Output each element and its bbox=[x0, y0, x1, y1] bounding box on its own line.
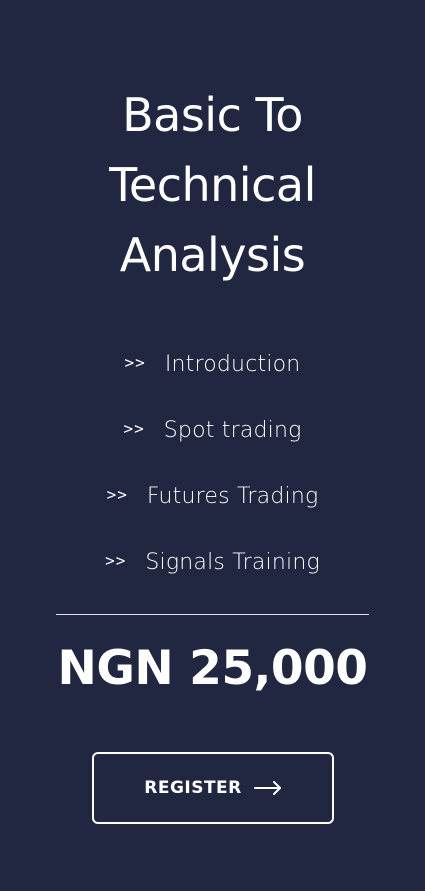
price: NGN 25,000 bbox=[57, 641, 368, 696]
feature-item-futures-trading: >> Futures Trading bbox=[0, 463, 425, 529]
feature-label: Signals Training bbox=[145, 549, 320, 575]
chevron-double-right-icon: >> bbox=[123, 418, 145, 438]
feature-item-signals-training: >> Signals Training bbox=[0, 529, 425, 595]
chevron-double-right-icon: >> bbox=[124, 352, 146, 372]
course-title: Basic To Technical Analysis bbox=[0, 80, 425, 290]
register-button[interactable]: REGISTER bbox=[92, 752, 334, 824]
feature-label: Introduction bbox=[164, 351, 301, 377]
feature-list: >> Introduction >> Spot trading >> Futur… bbox=[0, 331, 425, 595]
feature-item-introduction: >> Introduction bbox=[0, 331, 425, 397]
feature-item-spot-trading: >> Spot trading bbox=[0, 397, 425, 463]
feature-label: Futures Trading bbox=[146, 483, 319, 509]
arrow-right-icon bbox=[253, 781, 282, 795]
divider bbox=[56, 614, 369, 615]
course-title-line-3: Analysis bbox=[119, 228, 306, 282]
pricing-card: Basic To Technical Analysis >> Introduct… bbox=[0, 0, 425, 891]
course-title-line-1: Basic To bbox=[122, 88, 303, 142]
course-title-line-2: Technical bbox=[109, 158, 316, 212]
register-button-label: REGISTER bbox=[144, 778, 242, 798]
chevron-double-right-icon: >> bbox=[106, 484, 128, 504]
chevron-double-right-icon: >> bbox=[105, 550, 127, 570]
feature-label: Spot trading bbox=[163, 417, 302, 443]
